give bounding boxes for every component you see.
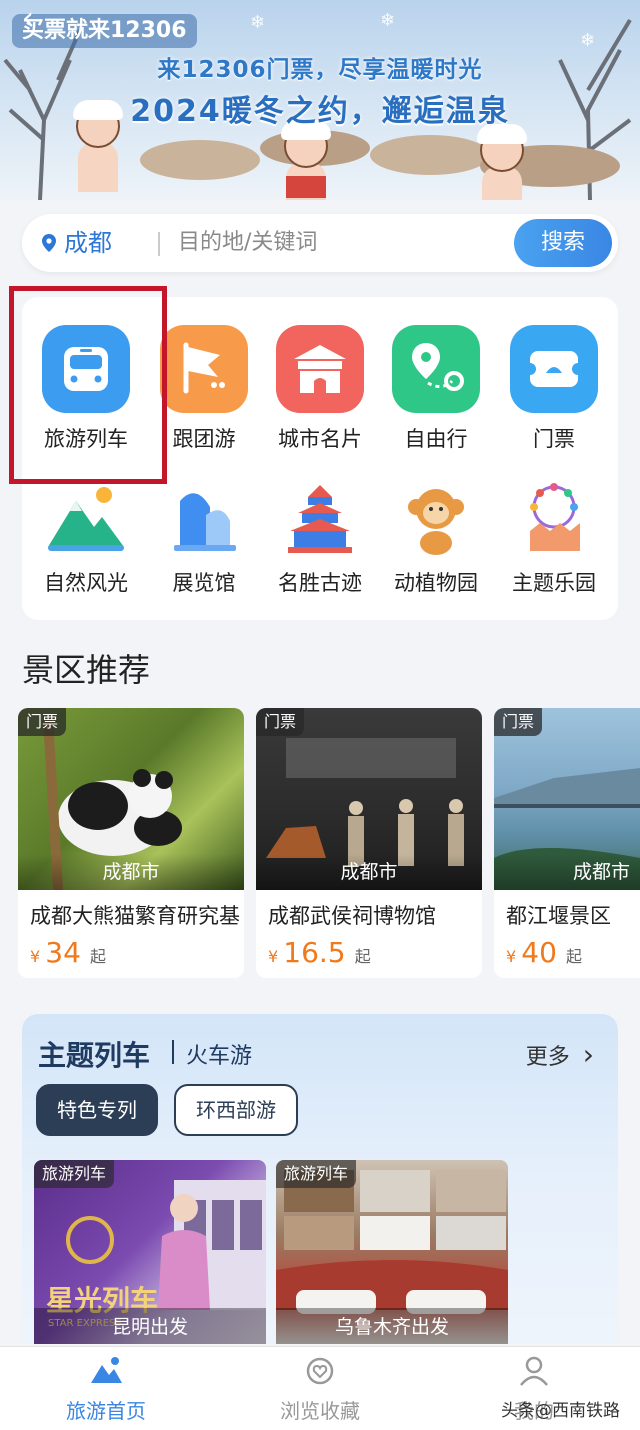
nav-label: 浏览收藏 (280, 1399, 360, 1423)
tab-west-tour[interactable]: 环西部游 (174, 1084, 298, 1136)
scenic-name: 成都大熊猫繁育研究基地 (30, 904, 240, 928)
nav-favorites[interactable]: 浏览收藏 (240, 1355, 400, 1424)
departure-city: 乌鲁木齐出发 (276, 1308, 508, 1344)
scenic-price: ¥ 34 起 (30, 936, 107, 969)
scenic-price: ¥ 40 起 (506, 936, 583, 969)
ticket-tag: 门票 (494, 708, 543, 736)
train-tag: 旅游列车 (34, 1160, 115, 1188)
more-label: 更多 (525, 1045, 570, 1070)
highlight-box (9, 286, 167, 484)
theme-train-section: 主题列车 火车游 更多 › 特色专列 环西部游 星光列车 STAR EXPRES… (22, 1014, 618, 1344)
scenic-card-dujiangyan[interactable]: 门票 成都市 都江堰景区 ¥ 40 起 (494, 708, 640, 978)
category-label: 展览馆 (172, 571, 236, 595)
mountain-icon (42, 481, 130, 557)
category-label: 主题乐园 (512, 571, 596, 595)
banner-headline: 来12306门票，尽享温暖时光 (157, 57, 483, 83)
category-label: 动植物园 (394, 571, 478, 595)
snowflake-icon: ❄ (250, 12, 266, 33)
rock-decoration (370, 135, 490, 175)
page-title: 买票就来12306 (22, 18, 187, 43)
train-card-star-express[interactable]: 星光列车 STAR EXPRESS 旅游列车 昆明出发 (34, 1160, 266, 1344)
section-title-scenic: 景区推荐 (22, 651, 151, 689)
more-link[interactable]: 更多 › (526, 1038, 594, 1071)
museum-icon (160, 481, 248, 557)
ticket-icon (510, 325, 598, 413)
departure-city: 昆明出发 (34, 1308, 266, 1344)
map-pin-icon (392, 325, 480, 413)
train-tag: 旅游列车 (276, 1160, 357, 1188)
category-label: 名胜古迹 (278, 571, 362, 595)
category-exhibition[interactable]: 展览馆 (146, 481, 262, 597)
scenic-name: 都江堰景区 (506, 904, 611, 928)
search-input[interactable]: 目的地/关键词 (178, 227, 317, 259)
scenic-city: 成都市 (494, 854, 640, 890)
location-pin-icon (42, 234, 56, 252)
ticket-tag: 门票 (18, 708, 67, 736)
banner-subheadline: 2024暖冬之约，邂逅温泉 (130, 94, 510, 129)
train-card-urumqi[interactable]: 旅游列车 乌鲁木齐出发 (276, 1160, 508, 1344)
back-arrow-icon[interactable]: ‹ (22, 4, 34, 34)
category-free-travel[interactable]: 自由行 (378, 325, 494, 453)
promo-banner[interactable]: ❄ ❄ ❄ 买票就来12306 ‹ 来12306门票，尽享温暖时光 2024暖冬… (0, 0, 640, 200)
scenic-name: 成都武侯祠博物馆 (268, 904, 436, 928)
nav-home[interactable]: 旅游首页 (26, 1355, 186, 1424)
rock-decoration (140, 140, 260, 180)
category-label: 城市名片 (278, 427, 362, 451)
category-nature[interactable]: 自然风光 (28, 481, 144, 597)
scenic-card-wuhou[interactable]: 门票 成都市 成都武侯祠博物馆 ¥ 16.5 起 (256, 708, 482, 978)
snowflake-icon: ❄ (580, 30, 596, 51)
scenic-price: ¥ 16.5 起 (268, 936, 371, 969)
category-label: 自由行 (404, 427, 468, 451)
category-ticket[interactable]: 门票 (496, 325, 612, 453)
search-divider (158, 232, 160, 256)
back-title-badge[interactable]: 买票就来12306 (12, 14, 197, 48)
monkey-icon (392, 481, 480, 557)
search-bar[interactable]: 成都 目的地/关键词 搜索 (22, 214, 618, 272)
category-zoo-botanical[interactable]: 动植物园 (378, 481, 494, 597)
watermark: 头条@西南铁路 (501, 1401, 620, 1421)
city-gate-icon (276, 325, 364, 413)
tab-special-train[interactable]: 特色专列 (36, 1084, 158, 1136)
ferris-wheel-icon (510, 481, 598, 557)
category-label: 自然风光 (44, 571, 128, 595)
favorite-icon (303, 1355, 337, 1387)
scenic-card-panda[interactable]: 门票 成都市 成都大熊猫繁育研究基地 ¥ 34 起 (18, 708, 244, 978)
search-button[interactable]: 搜索 (514, 219, 612, 267)
home-mountain-icon (89, 1355, 123, 1387)
scenic-city: 成都市 (256, 854, 482, 890)
city-selector[interactable]: 成都 (64, 227, 112, 259)
title-divider (172, 1040, 174, 1064)
chevron-right-icon: › (582, 1038, 594, 1071)
flag-icon (160, 325, 248, 413)
scenic-city: 成都市 (18, 854, 244, 890)
nav-label: 旅游首页 (66, 1399, 146, 1423)
category-historic-sites[interactable]: 名胜古迹 (262, 481, 378, 597)
user-icon (517, 1355, 551, 1387)
category-theme-park[interactable]: 主题乐园 (496, 481, 612, 597)
ticket-tag: 门票 (256, 708, 305, 736)
temple-icon (276, 481, 364, 557)
snowflake-icon: ❄ (380, 10, 396, 31)
category-city-card[interactable]: 城市名片 (262, 325, 378, 453)
category-label: 门票 (533, 427, 575, 451)
section-title-theme: 主题列车 (38, 1039, 151, 1072)
section-subtitle: 火车游 (186, 1044, 253, 1069)
